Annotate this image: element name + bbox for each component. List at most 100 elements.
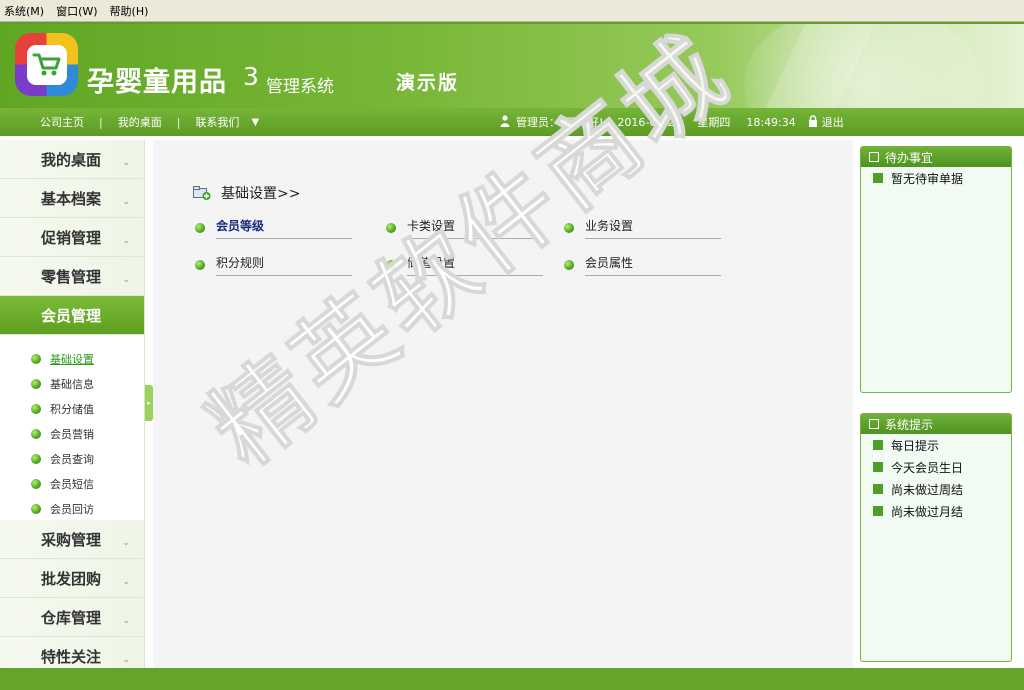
bullet-icon [31, 378, 41, 389]
todo-panel: 待办事宜 暂无待审单据 [860, 146, 1012, 393]
sidebar-group-label: 会员管理 [41, 306, 102, 325]
sidebar-group-label: 特性关注 [41, 647, 102, 666]
tip-row-birthday[interactable]: 今天会员生日 [861, 456, 1011, 478]
bullet-icon [195, 223, 205, 233]
tip-row-label: 尚未做过月结 [891, 504, 964, 519]
tip-row-label: 今天会员生日 [891, 460, 964, 475]
menu-help[interactable]: 帮助(H) [110, 3, 149, 19]
menu-system[interactable]: 系统(M) [4, 3, 44, 19]
section-title: 基础设置>> [193, 183, 300, 203]
sidebar-group-member[interactable]: 会员管理 [0, 296, 144, 335]
item-label: 积分规则 [216, 254, 352, 276]
todo-row-label: 暂无待审单据 [891, 171, 964, 186]
sidebar-group-label: 我的桌面 [41, 150, 102, 169]
tip-row-label: 尚未做过周结 [891, 482, 964, 497]
logout-link[interactable]: 退出 [822, 114, 844, 130]
window-icon [869, 419, 879, 429]
sidebar-group-promotion[interactable]: 促销管理 ⌄ [0, 218, 144, 257]
chevron-down-icon: ⌄ [122, 275, 130, 285]
item-card-type-settings[interactable]: 卡类设置 [386, 217, 543, 239]
sidebar-group-warehouse[interactable]: 仓库管理 ⌄ [0, 598, 144, 637]
user-info: 管理员： 下午好! 2016-01-28 星期四 18:49:34 退出 [500, 108, 844, 136]
tip-row-monthly[interactable]: 尚未做过月结 [861, 500, 1011, 522]
nav-separator: | [99, 115, 103, 129]
chevron-down-icon: ⌄ [122, 655, 130, 665]
nav-my-desktop[interactable]: 我的桌面 [118, 114, 162, 130]
bullet-icon [31, 403, 41, 414]
user-label: 管理员： [516, 116, 560, 129]
bullet-icon [386, 223, 396, 233]
item-label: 业务设置 [585, 217, 721, 239]
bullet-icon [31, 453, 41, 464]
chevron-down-icon: ⌄ [122, 197, 130, 207]
sidebar-group-special[interactable]: 特性关注 ⌄ [0, 637, 144, 668]
todo-row[interactable]: 暂无待审单据 [861, 167, 1011, 189]
sidebar-item-label: 基础信息 [50, 377, 94, 391]
tip-row-daily[interactable]: 每日提示 [861, 434, 1011, 456]
item-label: 卡类设置 [407, 217, 543, 239]
menu-window[interactable]: 窗口(W) [56, 3, 97, 19]
edition-label: 演示版 [396, 72, 460, 94]
chevron-down-icon: ⌄ [122, 538, 130, 548]
sidebar-item-label: 积分储值 [50, 402, 94, 416]
collapse-sidebar-handle[interactable]: ▸ [145, 385, 153, 421]
nav-company-home[interactable]: 公司主页 [40, 114, 84, 130]
banner-decoration-glow [744, 24, 984, 108]
main-content: 基础设置>> 会员等级 卡类设置 业务设置 积分规则 储值设置 会员属性 [153, 140, 853, 668]
panel-title: 系统提示 [885, 417, 934, 432]
sidebar-item-basic-info[interactable]: 基础信息 [0, 371, 144, 396]
item-member-attributes[interactable]: 会员属性 [564, 254, 721, 276]
sidebar-item-member-query[interactable]: 会员查询 [0, 446, 144, 471]
nav-separator: | [176, 115, 181, 129]
panel-header: 待办事宜 [861, 147, 1011, 167]
nav-bar: 公司主页 | 我的桌面 | 联系我们 ▼ 管理员： 下午好! 2016-01-2… [0, 108, 1024, 136]
bullet-icon [31, 503, 41, 514]
sidebar-group-retail[interactable]: 零售管理 ⌄ [0, 257, 144, 296]
sidebar-item-basic-settings[interactable]: 基础设置 [0, 346, 144, 371]
chevron-down-icon: ⌄ [122, 158, 130, 168]
app-logo [15, 33, 78, 96]
bullet-icon [873, 506, 883, 516]
sidebar-item-points-stored-value[interactable]: 积分储值 [0, 396, 144, 421]
chevron-down-icon: ⌄ [122, 577, 130, 587]
status-bar [0, 668, 1024, 690]
sidebar-group-my-desktop[interactable]: 我的桌面 ⌄ [0, 140, 144, 179]
brand-name: 孕婴童用品 [87, 67, 227, 98]
window-icon [869, 152, 879, 162]
chevron-down-icon: ⌄ [122, 616, 130, 626]
header-banner: 孕婴童用品 3 管理系统 演示版 [0, 24, 1024, 108]
bullet-icon [873, 440, 883, 450]
sidebar-item-member-marketing[interactable]: 会员营销 [0, 421, 144, 446]
item-label: 会员属性 [585, 254, 721, 276]
sidebar-group-label: 批发团购 [41, 569, 102, 588]
bullet-icon [31, 478, 41, 489]
bullet-icon [386, 260, 396, 270]
lock-icon [808, 114, 818, 130]
bullet-icon [873, 173, 883, 183]
sidebar-item-member-revisit[interactable]: 会员回访 [0, 496, 144, 521]
chevron-down-icon[interactable]: ▼ [251, 117, 259, 128]
sidebar-group-label: 零售管理 [41, 267, 102, 286]
tip-row-weekly[interactable]: 尚未做过周结 [861, 478, 1011, 500]
sidebar-item-label: 会员查询 [50, 452, 94, 466]
bullet-icon [195, 260, 205, 270]
menu-bar: 系统(M) 窗口(W) 帮助(H) [0, 0, 1024, 22]
current-time: 18:49:34 [746, 115, 796, 129]
sidebar-group-label: 采购管理 [41, 530, 102, 549]
sidebar-item-label: 会员回访 [50, 502, 94, 516]
sidebar-group-basic-archive[interactable]: 基本档案 ⌄ [0, 179, 144, 218]
item-points-rules[interactable]: 积分规则 [195, 254, 352, 276]
sidebar-submenu: 基础设置 基础信息 积分储值 会员营销 会员查询 会员短信 会员回访 [0, 335, 144, 520]
item-business-settings[interactable]: 业务设置 [564, 217, 721, 239]
sidebar-item-member-sms[interactable]: 会员短信 [0, 471, 144, 496]
item-label: 会员等级 [216, 217, 352, 239]
sidebar-group-purchase[interactable]: 采购管理 ⌄ [0, 520, 144, 559]
sidebar-group-label: 仓库管理 [41, 608, 102, 627]
nav-contact-us[interactable]: 联系我们 [195, 114, 239, 130]
section-title-text: 基础设置>> [221, 186, 301, 202]
panel-title: 待办事宜 [885, 150, 934, 165]
item-stored-value-settings[interactable]: 储值设置 [386, 254, 543, 276]
sidebar-group-wholesale[interactable]: 批发团购 ⌄ [0, 559, 144, 598]
item-member-level[interactable]: 会员等级 [195, 217, 352, 239]
current-weekday: 星期四 [697, 116, 731, 129]
